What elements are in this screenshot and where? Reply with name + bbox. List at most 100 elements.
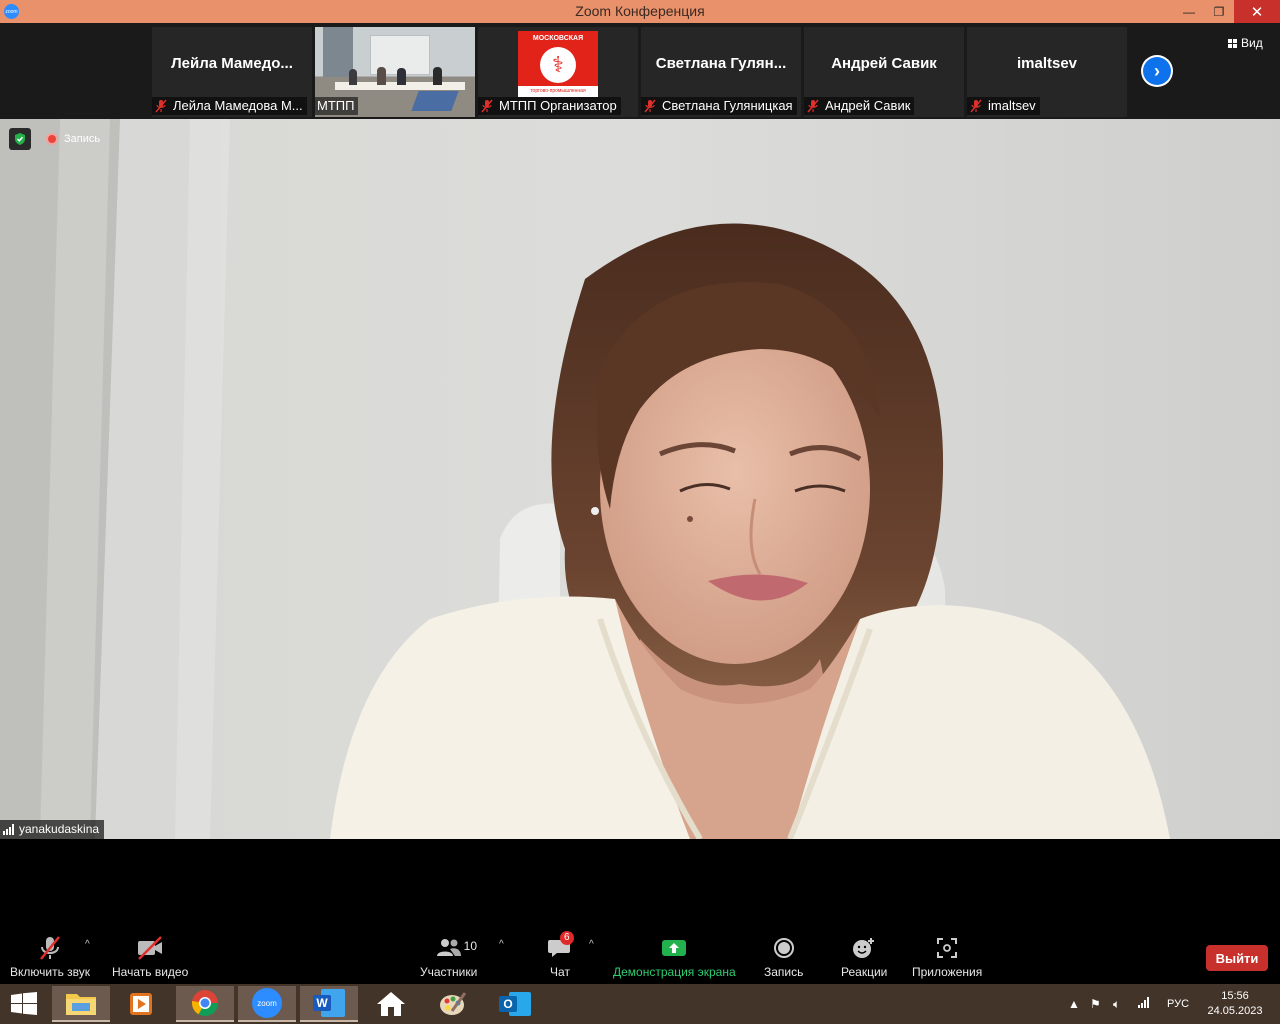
file-explorer-icon[interactable]	[52, 986, 110, 1022]
recording-indicator[interactable]: Запись	[40, 128, 106, 150]
view-label: Вид	[1241, 36, 1263, 50]
mic-muted-icon	[37, 933, 63, 963]
volume-icon[interactable]: 🔈︎	[1113, 997, 1120, 1012]
participant-tile[interactable]: МОСКОВСКАЯ ⚕ торгово-промышленная МТПП О…	[478, 27, 638, 117]
record-button[interactable]: Запись	[764, 933, 803, 979]
title-bar: zoom Zoom Конференция — ❐ ✕	[0, 0, 1280, 23]
start-video-label: Начать видео	[112, 965, 189, 979]
share-screen-button[interactable]: Демонстрация экрана	[613, 933, 736, 979]
mic-muted-icon	[154, 99, 168, 113]
restore-button[interactable]: ❐	[1204, 0, 1234, 23]
chevron-up-icon[interactable]: ^	[85, 939, 90, 950]
clock-time: 15:56	[1221, 990, 1249, 1002]
apps-icon	[936, 933, 958, 963]
word-icon[interactable]: W	[300, 986, 358, 1022]
windows-taskbar: zoom W O ▲ ⚑ 🔈︎ РУС 15:56 24.05.2023	[0, 984, 1280, 1024]
grid-view-icon	[1228, 38, 1237, 48]
shield-icon[interactable]	[9, 128, 31, 150]
unmute-label: Включить звук	[10, 965, 91, 979]
share-screen-label: Демонстрация экрана	[613, 965, 736, 979]
outlook-letter: O	[499, 996, 517, 1012]
chat-button[interactable]: 6 Чат	[548, 931, 574, 979]
participant-name-label: imaltsev	[967, 97, 1040, 115]
apps-label: Приложения	[912, 965, 983, 979]
chevron-up-icon[interactable]: ^	[589, 939, 594, 950]
home-icon[interactable]	[362, 986, 420, 1022]
taskbar-clock[interactable]: 15:56 24.05.2023	[1200, 989, 1270, 1019]
minimize-button[interactable]: —	[1174, 0, 1204, 23]
reactions-button[interactable]: Реакции	[841, 933, 887, 979]
zoom-icon[interactable]: zoom	[238, 986, 296, 1022]
chamber-logo: МОСКОВСКАЯ ⚕ торгово-промышленная	[518, 31, 598, 97]
participant-tile[interactable]: Светлана Гулян... Светлана Гуляницкая	[641, 27, 801, 117]
participants-icon: 10	[436, 933, 477, 963]
logo-subtext: торгово-промышленная	[518, 86, 598, 97]
view-button[interactable]: Вид	[1228, 36, 1263, 50]
participant-label-text: imaltsev	[988, 98, 1036, 113]
participant-label-text: Светлана Гуляницкая	[662, 98, 793, 113]
participant-tile[interactable]: imaltsev imaltsev	[967, 27, 1127, 117]
start-icon[interactable]	[10, 992, 38, 1016]
participant-tile[interactable]: Лейла Мамедо... Лейла Мамедова М...	[152, 27, 312, 117]
record-icon	[773, 933, 795, 963]
participants-label: Участники	[420, 965, 478, 979]
participant-label-text: Андрей Савик	[825, 98, 911, 113]
chat-label: Чат	[550, 965, 570, 979]
camera-off-icon	[136, 933, 164, 963]
chrome-icon[interactable]	[176, 986, 234, 1022]
active-speaker-video: Запись yanakudaskina	[0, 119, 1280, 839]
apps-button[interactable]: Приложения	[912, 933, 982, 979]
meeting-toolbar: Включить звук ^ Начать видео 10 Участник…	[0, 929, 1280, 984]
chevron-up-icon[interactable]: ^	[499, 939, 504, 950]
caduceus-icon: ⚕	[540, 47, 576, 83]
participant-display-name: Светлана Гулян...	[655, 55, 787, 72]
zoom-logo-text: zoom	[252, 988, 282, 1018]
flag-icon[interactable]: ⚑	[1090, 997, 1101, 1011]
show-hidden-icons-icon[interactable]: ▲	[1068, 997, 1080, 1011]
reactions-label: Реакции	[841, 965, 888, 979]
mic-muted-icon	[969, 99, 983, 113]
window-controls: — ❐ ✕	[1174, 0, 1280, 23]
word-letter: W	[313, 995, 331, 1011]
recording-label: Запись	[64, 133, 101, 145]
mic-muted-icon	[480, 99, 494, 113]
smiley-plus-icon	[852, 933, 876, 963]
network-icon[interactable]	[1138, 997, 1149, 1011]
participants-count: 10	[463, 939, 478, 953]
next-page-button[interactable]: ›	[1141, 55, 1173, 87]
participants-button[interactable]: 10 Участники	[420, 933, 477, 979]
speaker-name: yanakudaskina	[19, 822, 100, 836]
speaker-video-frame	[0, 119, 1280, 839]
participant-label-text: МТПП Организатор	[499, 98, 617, 113]
leave-meeting-button[interactable]: Выйти	[1206, 945, 1268, 971]
logo-text: МОСКОВСКАЯ	[532, 35, 584, 42]
gallery-strip: Лейла Мамедо... Лейла Мамедова М... МТПП…	[0, 23, 1280, 119]
media-player-icon[interactable]	[112, 986, 170, 1022]
outlook-icon[interactable]: O	[486, 986, 544, 1022]
close-button[interactable]: ✕	[1234, 0, 1280, 23]
participant-tile[interactable]: МТПП	[315, 27, 475, 117]
participant-label-text: МТПП	[317, 98, 355, 113]
chat-icon: 6	[548, 931, 574, 963]
record-label: Запись	[764, 965, 804, 979]
share-screen-icon	[661, 933, 687, 963]
start-video-button[interactable]: Начать видео	[112, 933, 188, 979]
mic-muted-icon	[806, 99, 820, 113]
mic-muted-icon	[643, 99, 657, 113]
window-title: Zoom Конференция	[575, 3, 705, 19]
participant-display-name: Андрей Савик	[831, 55, 937, 72]
record-dot-icon	[46, 133, 58, 145]
language-indicator[interactable]: РУС	[1167, 998, 1189, 1010]
participant-name-label: Лейла Мамедова М...	[152, 97, 307, 115]
participant-label-text: Лейла Мамедова М...	[173, 98, 303, 113]
speaker-name-label: yanakudaskina	[0, 820, 105, 839]
unmute-button[interactable]: Включить звук	[10, 933, 90, 979]
participant-tile[interactable]: Андрей Савик Андрей Савик	[804, 27, 964, 117]
signal-bars-icon	[3, 824, 14, 835]
participant-name-label: Андрей Савик	[804, 97, 915, 115]
paint-icon[interactable]	[424, 986, 482, 1022]
clock-date: 24.05.2023	[1207, 1005, 1263, 1017]
participant-name-label: МТПП Организатор	[478, 97, 621, 115]
participant-name-label: МТПП	[315, 97, 359, 115]
participant-display-name: imaltsev	[1016, 55, 1078, 72]
